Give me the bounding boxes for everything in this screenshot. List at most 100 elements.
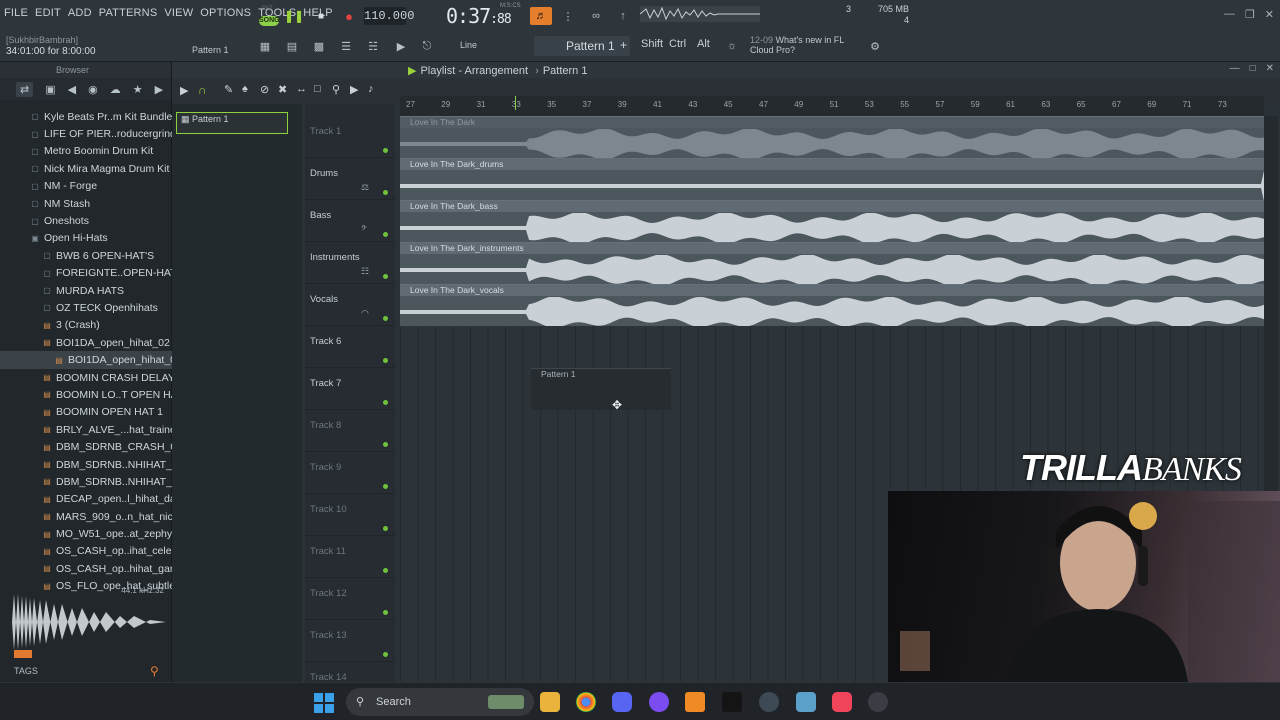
browser-star-icon[interactable]: ★: [133, 83, 143, 96]
browser-item[interactable]: ▤ BRLY_ALVE_...hat_trained: [0, 421, 172, 438]
track-header[interactable]: Track 9: [305, 452, 395, 494]
step-edit-icon[interactable]: ⋮: [557, 7, 579, 25]
browser-all-icon[interactable]: ⇄: [16, 81, 34, 97]
track-name[interactable]: Track 8: [310, 420, 341, 431]
audio-clip[interactable]: Love In The Dark_vocals: [400, 284, 1264, 326]
track-header[interactable]: Track 10: [305, 494, 395, 536]
track-mute-led[interactable]: [383, 484, 388, 489]
ctrl-key[interactable]: Ctrl: [669, 38, 686, 50]
track-header[interactable]: Track 8: [305, 410, 395, 452]
vpn-icon[interactable]: [796, 692, 816, 712]
steam-icon[interactable]: [759, 692, 779, 712]
news-panel[interactable]: 12-09 What's new in FL Cloud Pro?: [750, 35, 844, 55]
add-pattern-icon[interactable]: +: [620, 38, 627, 52]
browser-item[interactable]: ▢ Kyle Beats Pr..m Kit Bundle: [0, 108, 172, 125]
capcut-icon[interactable]: [722, 692, 742, 712]
browser-item[interactable]: ▢ Oneshots: [0, 212, 172, 229]
browser-files-icon[interactable]: ▣: [45, 83, 55, 96]
track-mute-led[interactable]: [383, 526, 388, 531]
track-name[interactable]: Track 1: [310, 126, 341, 137]
audio-clip[interactable]: Love In The Dark: [400, 116, 1264, 158]
preview-play-icon[interactable]: [14, 650, 32, 658]
track-header[interactable]: Instruments ☷: [305, 242, 395, 284]
browser-item[interactable]: ▢ BWB 6 OPEN-HAT'S: [0, 247, 172, 264]
browser-item[interactable]: ▤ BOI1DA_open_hihat_04: [0, 351, 172, 369]
magnet-icon[interactable]: ∩: [198, 83, 207, 97]
browser-item[interactable]: ▢ FOREIGNTE..OPEN-HATS: [0, 265, 172, 282]
track-name[interactable]: Track 11: [310, 546, 346, 557]
track-name[interactable]: Vocals: [310, 294, 338, 305]
tray-app-icon[interactable]: [868, 692, 888, 712]
menu-add[interactable]: ADD: [68, 7, 92, 19]
mute-icon[interactable]: ✖: [278, 83, 287, 96]
browser-item[interactable]: ▢ MURDA HATS: [0, 282, 172, 299]
track-mute-led[interactable]: [383, 316, 388, 321]
track-name[interactable]: Bass: [310, 210, 331, 221]
taskbar-search[interactable]: ⚲ Search: [346, 688, 534, 716]
browser-item[interactable]: ▤ OS_CASH_op..ihat_celeb: [0, 543, 172, 560]
zoom-icon[interactable]: ⚲: [332, 83, 340, 96]
delete-icon[interactable]: ⊘: [260, 83, 269, 96]
pattern-clip[interactable]: Pattern 1: [531, 368, 671, 410]
browser-item[interactable]: ▢ Metro Boomin Drum Kit: [0, 143, 172, 160]
browser-item[interactable]: ▤ OS_CASH_op..hihat_gang: [0, 560, 172, 577]
stop-icon[interactable]: ■: [312, 7, 330, 25]
browser-item[interactable]: ▢ NM - Forge: [0, 178, 172, 195]
browser-item[interactable]: ▤ 3 (Crash): [0, 317, 172, 334]
track-header[interactable]: Vocals ◠: [305, 284, 395, 326]
browser-item[interactable]: ▤ DBM_SDRNB_CRASH_01: [0, 438, 172, 455]
playlist-pattern-name[interactable]: Pattern 1: [543, 65, 588, 77]
microphone-icon[interactable]: ⎋: [416, 37, 438, 55]
track-mute-led[interactable]: [383, 400, 388, 405]
audio-clip[interactable]: Love In The Dark_drums: [400, 158, 1264, 200]
obs-like-icon[interactable]: [649, 692, 669, 712]
close-icon[interactable]: ✕: [1265, 8, 1274, 21]
playback-icon[interactable]: ▶: [350, 83, 358, 96]
loop-record-icon[interactable]: ∞: [585, 7, 607, 25]
alt-key[interactable]: Alt: [697, 38, 710, 50]
timeline-ruler[interactable]: 27 29 31 33 35 37 39 41 43 45 47 49 51 53 55 57 59 61 63 65…: [400, 96, 1264, 116]
browser-item[interactable]: ▤ DBM_SDRNB..NHIHAT_07: [0, 473, 172, 490]
playlist-menu-icon[interactable]: ▶: [180, 84, 188, 97]
browser-item[interactable]: ▤ BOOMIN OPEN HAT 1: [0, 404, 172, 421]
menu-view[interactable]: VIEW: [164, 7, 193, 19]
shift-key[interactable]: Shift: [641, 38, 663, 50]
browser-item[interactable]: ▢ LIFE OF PIER..roducergrind): [0, 125, 172, 142]
wait-input-icon[interactable]: ↑: [612, 7, 634, 25]
discord-icon[interactable]: [612, 692, 632, 712]
browser-item[interactable]: ▤ BOOMIN LO..T OPEN HAT: [0, 386, 172, 403]
browser-back-icon[interactable]: ◀: [68, 83, 76, 96]
browser-plugin-icon[interactable]: ◉: [88, 83, 98, 96]
browser-item[interactable]: ▤ MARS_909_o..n_hat_nice: [0, 508, 172, 525]
browser-item[interactable]: ▤ BOOMIN CRASH DELAY: [0, 369, 172, 386]
track-name[interactable]: Track 13: [310, 630, 347, 641]
plugin-picker-icon[interactable]: ☵: [362, 37, 384, 55]
speaker-icon[interactable]: ♪: [368, 83, 374, 95]
track-mute-led[interactable]: [383, 442, 388, 447]
track-header[interactable]: Bass 𝄢: [305, 200, 395, 242]
audio-clip[interactable]: Love In The Dark_bass: [400, 200, 1264, 242]
arrow-right-icon[interactable]: ▶: [390, 37, 412, 55]
playlist-icon[interactable]: ▦: [254, 37, 276, 55]
menu-file[interactable]: FILE: [4, 7, 28, 19]
browser-item[interactable]: ▤ BOI1DA_open_hihat_02: [0, 334, 172, 351]
browser-item[interactable]: ▤ DBM_SDRNB..NHIHAT_02: [0, 456, 172, 473]
track-mute-led[interactable]: [383, 652, 388, 657]
tempo-display[interactable]: 110.000: [364, 7, 414, 25]
restore-icon[interactable]: ❐: [1245, 8, 1255, 21]
track-mute-led[interactable]: [383, 148, 388, 153]
playlist-maximize-icon[interactable]: □: [1250, 63, 1256, 74]
track-name[interactable]: Track 6: [310, 336, 341, 347]
track-header[interactable]: Drums ⚖: [305, 158, 395, 200]
minimize-icon[interactable]: —: [1224, 8, 1235, 21]
menu-edit[interactable]: EDIT: [35, 7, 61, 19]
channel-rack-icon[interactable]: ☰: [335, 37, 357, 55]
music-icon[interactable]: [832, 692, 852, 712]
sample-preview[interactable]: 44.1 kHz:32: [10, 586, 168, 660]
track-header[interactable]: Track 7: [305, 368, 395, 410]
playlist-arrow-icon[interactable]: ▶: [408, 65, 416, 77]
file-explorer-icon[interactable]: [540, 692, 560, 712]
track-mute-led[interactable]: [383, 358, 388, 363]
track-mute-led[interactable]: [383, 232, 388, 237]
mixer-icon[interactable]: ▩: [308, 37, 330, 55]
